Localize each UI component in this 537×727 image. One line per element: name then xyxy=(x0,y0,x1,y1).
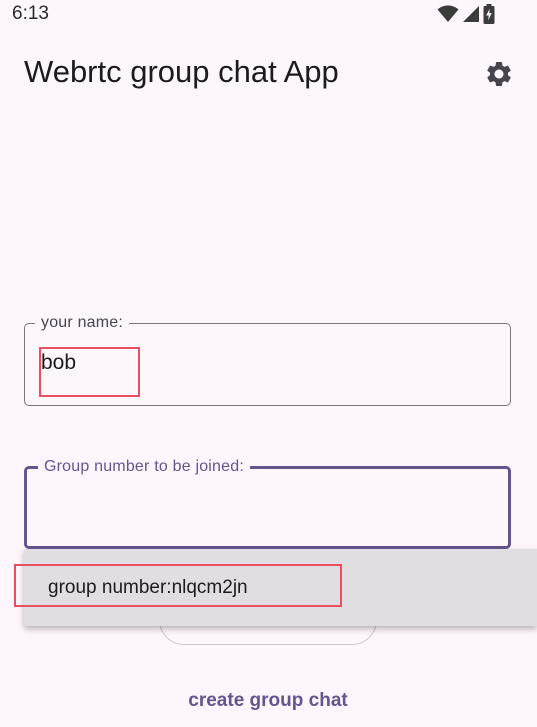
name-field-label: your name: xyxy=(35,314,130,332)
create-group-chat-button[interactable]: create group chat xyxy=(160,683,376,719)
status-icons xyxy=(437,4,495,24)
gear-icon xyxy=(487,61,511,86)
status-bar: 6:13 xyxy=(0,0,537,30)
settings-button[interactable] xyxy=(481,56,517,92)
app-title: Webrtc group chat App xyxy=(24,54,339,89)
name-field-value[interactable]: bob xyxy=(41,351,76,375)
cellular-signal-icon xyxy=(463,6,479,22)
autocomplete-option[interactable]: group number:nlqcm2jn xyxy=(24,564,537,612)
group-number-field[interactable]: Group number to be joined: xyxy=(24,458,511,549)
battery-charging-icon xyxy=(483,4,495,24)
group-number-field-label: Group number to be joined: xyxy=(38,458,250,476)
autocomplete-dropdown: group number:nlqcm2jn xyxy=(24,549,537,626)
app-bar: Webrtc group chat App xyxy=(0,40,537,104)
name-field[interactable]: your name: bob xyxy=(24,314,511,406)
status-time: 6:13 xyxy=(12,3,49,24)
wifi-icon xyxy=(437,5,459,22)
autocomplete-option-label: group number:nlqcm2jn xyxy=(48,577,248,598)
